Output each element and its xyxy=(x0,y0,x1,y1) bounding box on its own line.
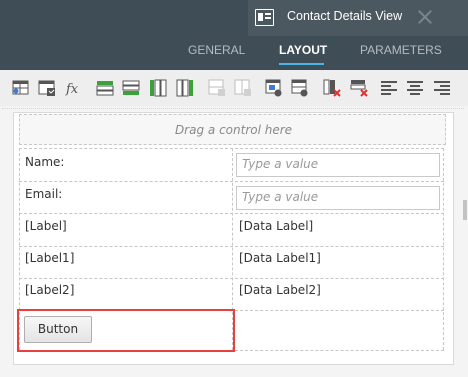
align-center-icon[interactable] xyxy=(406,79,424,97)
delete-row-icon[interactable] xyxy=(350,79,368,97)
button-control[interactable]: Button xyxy=(24,316,92,343)
label-cell[interactable]: [Label] xyxy=(25,219,67,233)
drop-zone[interactable]: Drag a control here xyxy=(19,114,446,145)
data-label1-cell[interactable]: [Data Label1] xyxy=(239,251,321,265)
svg-text:fx: fx xyxy=(65,82,79,97)
delete-column-icon[interactable] xyxy=(323,79,341,97)
active-tab-indicator xyxy=(279,63,324,65)
insert-row-above-icon[interactable] xyxy=(96,79,114,97)
table-properties-icon[interactable] xyxy=(291,79,309,97)
align-left-icon[interactable] xyxy=(380,79,398,97)
window-title: Contact Details View xyxy=(287,9,403,23)
insert-column-right-icon[interactable] xyxy=(176,79,194,97)
view-form-icon xyxy=(255,9,274,26)
insert-control-icon[interactable] xyxy=(38,79,56,97)
label2-cell[interactable]: [Label2] xyxy=(25,283,74,297)
name-label: Name: xyxy=(25,155,65,169)
formula-icon[interactable]: fx xyxy=(65,79,83,97)
data-label-cell[interactable]: [Data Label] xyxy=(239,219,313,233)
split-cells-icon[interactable] xyxy=(234,79,252,97)
label1-cell[interactable]: [Label1] xyxy=(25,251,74,265)
insert-row-below-icon[interactable] xyxy=(122,79,140,97)
drop-zone-text: Drag a control here xyxy=(174,123,293,137)
canvas-divider xyxy=(2,108,464,109)
email-field[interactable]: Type a value xyxy=(236,186,440,210)
insert-column-left-icon[interactable] xyxy=(149,79,167,97)
tab-general[interactable]: GENERAL xyxy=(188,43,245,57)
grid-line xyxy=(19,350,444,351)
name-field[interactable]: Type a value xyxy=(236,153,440,177)
grid-line xyxy=(19,148,20,350)
close-icon[interactable] xyxy=(415,7,435,27)
merge-cells-icon[interactable] xyxy=(208,79,226,97)
email-label: Email: xyxy=(25,187,63,201)
tab-parameters[interactable]: PARAMETERS xyxy=(360,43,442,57)
align-right-icon[interactable] xyxy=(433,79,451,97)
window-header: Contact Details View GENERAL LAYOUT PARA… xyxy=(0,0,468,70)
data-label2-cell[interactable]: [Data Label2] xyxy=(239,283,321,297)
scrollbar-thumb[interactable] xyxy=(463,200,467,220)
tab-layout[interactable]: LAYOUT xyxy=(279,43,327,57)
layout-toolbar: fx xyxy=(0,70,468,106)
grid-line xyxy=(232,148,233,350)
cell-properties-icon[interactable] xyxy=(265,79,283,97)
insert-table-icon[interactable] xyxy=(12,79,30,97)
grid-line xyxy=(443,148,444,350)
